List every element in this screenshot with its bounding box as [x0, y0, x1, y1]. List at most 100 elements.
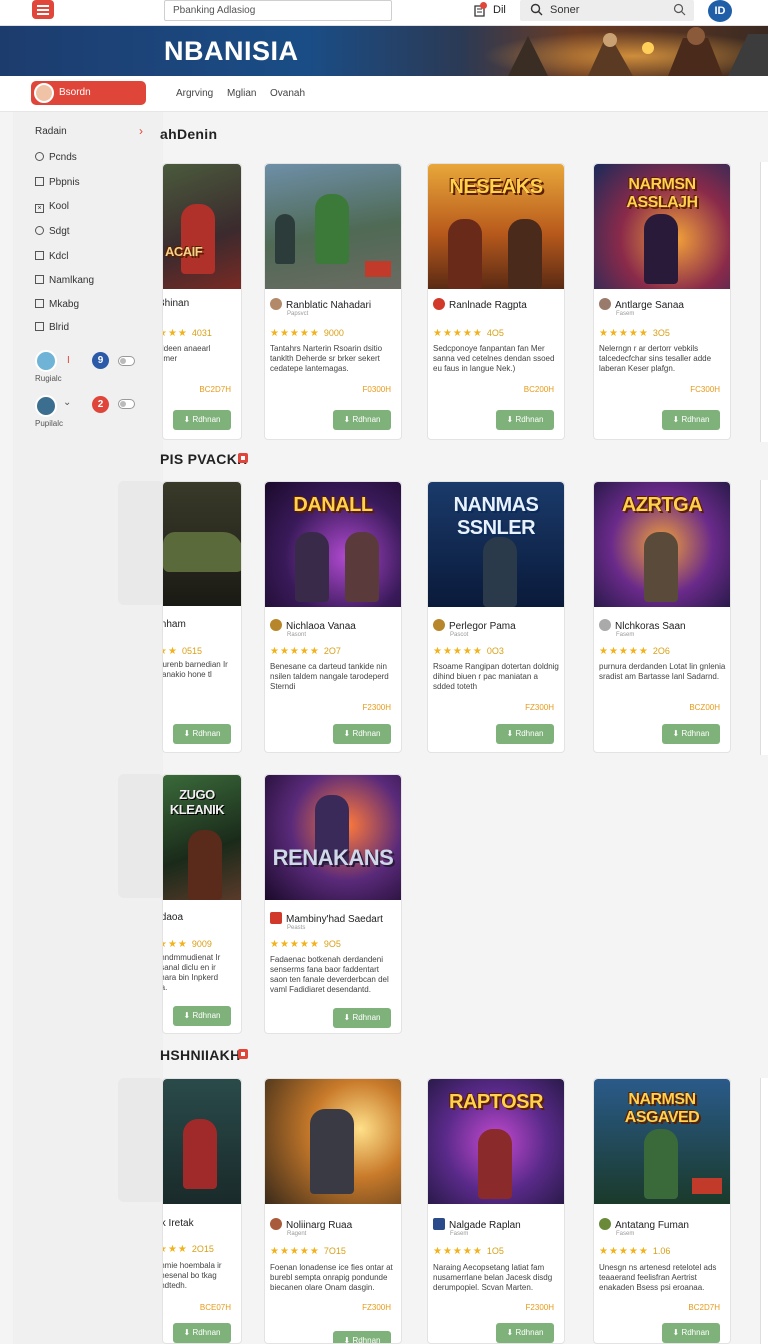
main-search-field[interactable]: Soner — [520, 0, 694, 21]
card-author: Ik Iretak — [163, 1218, 194, 1229]
sidebar-filter-2[interactable]: Pbpnis — [35, 177, 80, 188]
card-get-button[interactable]: ⬇ Rdhnan — [173, 724, 231, 744]
sidebar-filter-7[interactable]: Mkabg — [35, 299, 79, 310]
avatar — [35, 395, 57, 417]
chevron-down-icon[interactable]: ⌄ — [63, 397, 71, 408]
menu-icon-line — [37, 13, 49, 15]
card-description: Tantahrs Narterin Rsoarin dsitio tanklth… — [270, 344, 383, 373]
cover-title: NANMAS SSNLER — [453, 494, 539, 539]
rating-value: 4031 — [191, 328, 212, 338]
game-cover-image: NARMSN ASSLAJH — [594, 164, 730, 289]
carousel-prev-ghost[interactable] — [118, 774, 164, 898]
avatar — [35, 350, 57, 372]
game-card[interactable]: NANMAS SSNLER Perlegor Pama Pascot ★★★★★… — [427, 481, 565, 753]
sidebar-filter-5[interactable]: Kdcl — [35, 251, 68, 262]
top-user-label[interactable]: Dil — [493, 4, 506, 16]
sidebar-user-1[interactable]: Rugialc — [35, 350, 62, 383]
cover-title: DANALL — [293, 494, 373, 516]
nav-active-user-pill[interactable]: Bsordn — [31, 81, 146, 105]
nav-link-3[interactable]: Ovanah — [270, 88, 305, 99]
game-cover-image: AZRTGA — [594, 482, 730, 607]
game-card[interactable]: RENAKANS Mambiny'had Saedart Peasts ★★★★… — [264, 774, 402, 1034]
top-bar: Pbanking Adlasiog Dil Soner ID — [0, 0, 768, 26]
nav-link-1[interactable]: Argrving — [176, 88, 213, 99]
hamburger-menu-button[interactable] — [32, 0, 54, 19]
game-card[interactable]: ACAIF Bhinan ★★★4031 Ndeen anaearl Emer … — [162, 163, 242, 440]
game-card[interactable]: Inham ★★0515 burenb barnedian Ir fianaki… — [162, 481, 242, 753]
sidebar-filter-1[interactable]: Pcnds — [35, 152, 77, 163]
card-get-button[interactable]: ⬇ Rdhnan — [333, 724, 391, 744]
game-card[interactable]: Ranblatic Nahadari Papsvct ★★★★★ 9000 Tan… — [264, 163, 402, 440]
game-card[interactable]: AZRTGA Nlchkoras Saan Fasem ★★★★★ 2O6 pur… — [593, 481, 731, 753]
game-card[interactable]: NESEAKS Ranlnade Ragpta ★★★★★ 4O5 Sedcpon… — [427, 163, 565, 440]
game-cover-image: RAPTOSR — [428, 1079, 564, 1204]
chevron-right-icon[interactable]: › — [139, 124, 143, 138]
next-card-peek[interactable] — [760, 162, 768, 442]
card-get-button[interactable]: ⬇ Rdhnan — [173, 410, 231, 430]
card-description: Unesgn ns artenesd retelotel ads teaaera… — [599, 1263, 717, 1292]
card-description: Sedcponoye fanpantan fan Mer sanna ved c… — [433, 344, 555, 373]
avatar — [599, 619, 611, 631]
sidebar-filter-8[interactable]: Blrid — [35, 322, 69, 333]
sidebar-user-2[interactable]: Pupilalc — [35, 395, 63, 428]
card-description: Fadaenac botkenah derdandeni senserms fa… — [270, 955, 389, 994]
card-author: Nlchkoras Saan — [599, 619, 686, 632]
sidebar-filter-3[interactable]: × Kool — [35, 201, 69, 213]
avatar — [599, 298, 611, 310]
card-get-button[interactable]: ⬇ Rdhnan — [496, 410, 554, 430]
game-card[interactable]: Noliinarg Ruaa Ragent ★★★★★ 7O15 Foenan l… — [264, 1078, 402, 1344]
game-card[interactable]: DANALL Nichlaoa Vanaa Rasont ★★★★★ 2O7 Be… — [264, 481, 402, 753]
toggle-switch[interactable] — [118, 356, 135, 366]
brand-logo[interactable]: ID — [708, 0, 732, 22]
game-cover-image: NARMSN ASGAVED — [594, 1079, 730, 1204]
nav-link-2[interactable]: Mglian — [227, 88, 256, 99]
count-badge: 9 — [92, 352, 109, 369]
checkbox-icon — [35, 251, 44, 260]
card-author: Nichlaoa Vanaa — [270, 619, 356, 632]
search-submit-icon[interactable] — [673, 3, 686, 16]
sidebar-filter-label: Blrid — [49, 322, 70, 333]
game-cover-image — [163, 1079, 241, 1204]
menu-icon-line — [37, 5, 49, 7]
cover-title: RENAKANS — [272, 845, 394, 870]
section-badge-icon — [238, 1049, 248, 1059]
card-get-button[interactable]: ⬇ Rdhnan — [173, 1006, 231, 1026]
toggle-switch[interactable] — [118, 399, 135, 409]
sidebar-filter-4[interactable]: Sdgt — [35, 226, 70, 237]
card-subtitle: Rasont — [287, 632, 307, 638]
nav-active-label: Bsordn — [59, 87, 91, 98]
carousel-prev-ghost[interactable] — [118, 481, 164, 605]
card-get-button[interactable]: ⬇ Rdhnan — [173, 1323, 231, 1343]
card-description: Naraing Aecopsetang latiat fam nusamerrl… — [433, 1263, 553, 1292]
card-subtitle: Peasts — [287, 925, 306, 931]
card-subtitle: Fasem — [616, 632, 635, 638]
rating-value: 9009 — [191, 939, 212, 949]
card-get-button[interactable]: ⬇ Rdhnan — [662, 1323, 720, 1343]
game-card[interactable]: NARMSN ASGAVED Antatang Fuman Fasem ★★★★… — [593, 1078, 731, 1344]
sidebar-filter-6[interactable]: Namlkang — [35, 275, 94, 286]
avatar — [270, 1218, 282, 1230]
carousel-prev-ghost[interactable] — [118, 1078, 164, 1202]
button-label: Rdhnan — [352, 415, 381, 424]
next-card-peek[interactable] — [760, 1078, 768, 1344]
card-get-button[interactable]: ⬇ Rdhnan — [496, 724, 554, 744]
cover-title: ZUGO KLEANIK — [169, 787, 225, 817]
card-get-button[interactable]: ⬇ Rdhnan — [333, 1008, 391, 1028]
card-get-button[interactable]: ⬇ Rdhnan — [496, 1323, 554, 1343]
card-description: Benesane ca darteud tankide nin nsilen t… — [270, 662, 389, 691]
game-card[interactable]: NARMSN ASSLAJH Antlarge Sanaa Fasem ★★★★… — [593, 163, 731, 440]
card-author: Inham — [163, 619, 186, 630]
card-get-button[interactable]: ⬇ Rdhnan — [662, 410, 720, 430]
card-get-button[interactable]: ⬇ Rdhnan — [662, 724, 720, 744]
card-price: F0300H — [362, 385, 391, 394]
avatar — [433, 1218, 445, 1230]
game-card[interactable]: Ik Iretak ★★★2O15 Ihmie hoembala ir mese… — [162, 1078, 242, 1344]
top-search-input[interactable]: Pbanking Adlasiog — [164, 0, 392, 21]
card-author: Perlegor Pama — [433, 619, 516, 632]
card-get-button[interactable]: ⬇ Rdhnan — [333, 410, 391, 430]
game-card[interactable]: ZUGO KLEANIK Idaoa ★★★9009 Inndmmudienat… — [162, 774, 242, 1034]
game-card[interactable]: RAPTOSR Nalgade Raplan Fasem ★★★★★ 1O5 Na… — [427, 1078, 565, 1344]
next-card-peek[interactable] — [760, 480, 768, 755]
rating-value: 9000 — [323, 328, 344, 338]
card-get-button[interactable]: ⬇ Rdhnan — [333, 1331, 391, 1343]
